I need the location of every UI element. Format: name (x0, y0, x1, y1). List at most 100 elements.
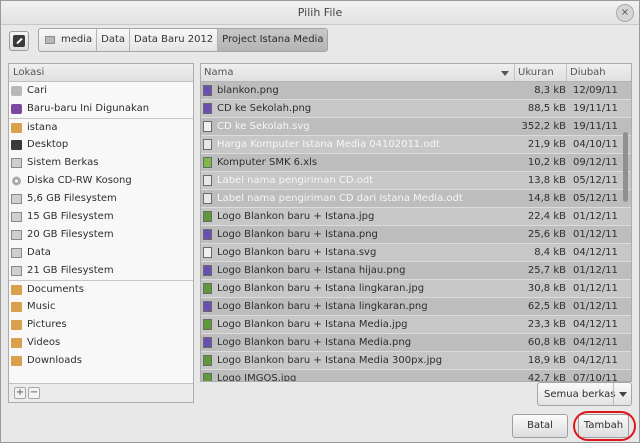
file-row[interactable]: Label nama pengiriman CD dari Istana Med… (201, 190, 631, 208)
file-rows: blankon.png 8,3 kB 12/09/11 CD ke Sekolah.p… (201, 82, 631, 382)
breadcrumb-data-baru-2012[interactable]: Data Baru 2012 (130, 29, 219, 51)
file-name: Logo Blankon baru + Istana Media.png (217, 337, 412, 348)
column-modified-header[interactable]: Diubah (567, 64, 623, 81)
sidebar-item-label: Pictures (27, 319, 67, 330)
sidebar-item-label: Diska CD-RW Kosong (27, 175, 132, 186)
file-modified: 19/11/11 (573, 121, 618, 132)
drive-icon (11, 194, 22, 204)
file-name: Logo Blankon baru + Istana Media 300px.j… (217, 355, 443, 366)
file-name-cell: Komputer SMK 6.xls (201, 157, 518, 168)
file-name: Logo Blankon baru + Istana.jpg (217, 211, 375, 222)
file-row[interactable]: Komputer SMK 6.xls 10,2 kB 09/12/11 (201, 154, 631, 172)
file-name-cell: Logo Blankon baru + Istana Media 300px.j… (201, 355, 518, 366)
file-modified: 01/12/11 (573, 301, 618, 312)
recent-icon (11, 104, 22, 114)
sidebar-item-label: Downloads (27, 355, 82, 366)
file-name-cell: Logo Blankon baru + Istana lingkaran.jpg (201, 283, 518, 294)
sidebar-item[interactable]: istana (9, 118, 193, 136)
type-location-button[interactable] (9, 31, 29, 51)
sidebar-item-label: Music (27, 301, 56, 312)
file-name-cell: Logo Blankon baru + Istana.jpg (201, 211, 518, 222)
file-row[interactable]: Logo Blankon baru + Istana Media.png 60,8… (201, 334, 631, 352)
sidebar-item[interactable]: Documents (9, 280, 193, 298)
file-row[interactable]: Logo Blankon baru + Istana.png 25,6 kB 01/… (201, 226, 631, 244)
png-file-icon (203, 301, 212, 312)
file-row[interactable]: Logo Blankon baru + Istana hijau.png 25,7… (201, 262, 631, 280)
column-name-header[interactable]: Nama (201, 64, 515, 81)
sidebar-item-label: Data (27, 247, 51, 258)
column-name-label: Nama (204, 67, 234, 78)
folder-icon (11, 356, 22, 366)
sidebar-item[interactable]: Downloads (9, 352, 193, 370)
file-size: 42,7 kB (527, 373, 566, 382)
drive-icon (11, 230, 22, 240)
file-row[interactable]: Logo Blankon baru + Istana lingkaran.png… (201, 298, 631, 316)
sidebar-item[interactable]: Videos (9, 334, 193, 352)
file-row[interactable]: Harga Komputer Istana Media 04102011.odt… (201, 136, 631, 154)
breadcrumb-project-istana-media[interactable]: Project Istana Media (218, 29, 328, 51)
sidebar-item-label: istana (27, 121, 58, 133)
file-name-cell: Logo IMGOS.jpg (201, 373, 518, 381)
remove-bookmark-button[interactable]: − (28, 387, 40, 399)
file-row[interactable]: Logo Blankon baru + Istana.svg 8,4 kB 04/1… (201, 244, 631, 262)
file-row[interactable]: Logo Blankon baru + Istana lingkaran.jpg… (201, 280, 631, 298)
file-list-header: Nama Ukuran Diubah (201, 64, 631, 82)
file-modified: 05/12/11 (573, 175, 618, 186)
file-row[interactable]: CD ke Sekolah.svg 352,2 kB 19/11/11 (201, 118, 631, 136)
column-size-header[interactable]: Ukuran (515, 64, 567, 81)
close-button[interactable]: × (616, 4, 634, 22)
add-button[interactable]: Tambah (578, 414, 629, 438)
sidebar-item[interactable]: 5,6 GB Filesystem (9, 190, 193, 208)
file-modified: 07/10/11 (573, 373, 618, 382)
sidebar-item[interactable]: Diska CD-RW Kosong (9, 172, 193, 190)
file-row[interactable]: CD ke Sekolah.png 88,5 kB 19/11/11 (201, 100, 631, 118)
titlebar: Pilih File × (1, 1, 639, 25)
file-row[interactable]: Logo Blankon baru + Istana Media 300px.j… (201, 352, 631, 370)
file-row[interactable]: Logo Blankon baru + Istana Media.jpg 23,3… (201, 316, 631, 334)
folder-icon (11, 284, 22, 295)
file-row[interactable]: Label nama pengiriman CD.odt 13,8 kB 05/12… (201, 172, 631, 190)
file-name-cell: CD ke Sekolah.svg (201, 121, 518, 132)
sidebar-item[interactable]: 20 GB Filesystem (9, 226, 193, 244)
sidebar-item[interactable]: Cari (9, 82, 193, 100)
sidebar-item[interactable]: Data (9, 244, 193, 262)
file-type-filter[interactable]: Semua berkas (537, 382, 632, 406)
vertical-scrollbar[interactable] (622, 84, 630, 380)
file-row[interactable]: Logo IMGOS.jpg 42,7 kB 07/10/11 (201, 370, 631, 382)
breadcrumb-data[interactable]: Data (97, 29, 131, 51)
sidebar-item[interactable]: 15 GB Filesystem (9, 208, 193, 226)
file-name: Komputer SMK 6.xls (217, 157, 318, 168)
sidebar-item[interactable]: Pictures (9, 316, 193, 334)
add-bookmark-button[interactable]: + (14, 387, 26, 399)
folder-icon (11, 338, 22, 348)
file-name: blankon.png (217, 85, 279, 96)
breadcrumb-label: media (61, 34, 93, 45)
file-name-cell: CD ke Sekolah.png (201, 103, 518, 114)
sidebar-item[interactable]: Music (9, 298, 193, 316)
sidebar-item[interactable]: 21 GB Filesystem (9, 262, 193, 280)
file-name-cell: Logo Blankon baru + Istana lingkaran.png (201, 301, 518, 312)
file-size: 23,3 kB (527, 319, 566, 330)
file-name: Label nama pengiriman CD dari Istana Med… (217, 193, 463, 204)
jpg-file-icon (203, 373, 212, 381)
file-size: 14,8 kB (527, 193, 566, 204)
file-size: 88,5 kB (527, 103, 566, 114)
file-row[interactable]: blankon.png 8,3 kB 12/09/11 (201, 82, 631, 100)
file-modified: 04/12/11 (573, 337, 618, 348)
jpg-file-icon (203, 319, 212, 330)
sidebar-item[interactable]: Sistem Berkas (9, 154, 193, 172)
sidebar-item[interactable]: Desktop (9, 136, 193, 154)
file-modified: 04/12/11 (573, 319, 618, 330)
file-modified: 01/12/11 (573, 265, 618, 276)
sidebar-item[interactable]: Baru-baru Ini Digunakan (9, 100, 193, 118)
breadcrumb-media[interactable]: media (39, 29, 98, 51)
sidebar-item-label: Baru-baru Ini Digunakan (27, 103, 150, 114)
file-name: Logo Blankon baru + Istana.png (217, 229, 378, 240)
file-row[interactable]: Logo Blankon baru + Istana.jpg 22,4 kB 01/… (201, 208, 631, 226)
sidebar-item-label: Documents (27, 283, 85, 295)
png-file-icon (203, 103, 212, 114)
cancel-button[interactable]: Batal (512, 414, 568, 438)
scroll-thumb[interactable] (623, 132, 628, 202)
png-file-icon (203, 85, 212, 96)
folder-icon (11, 122, 22, 133)
